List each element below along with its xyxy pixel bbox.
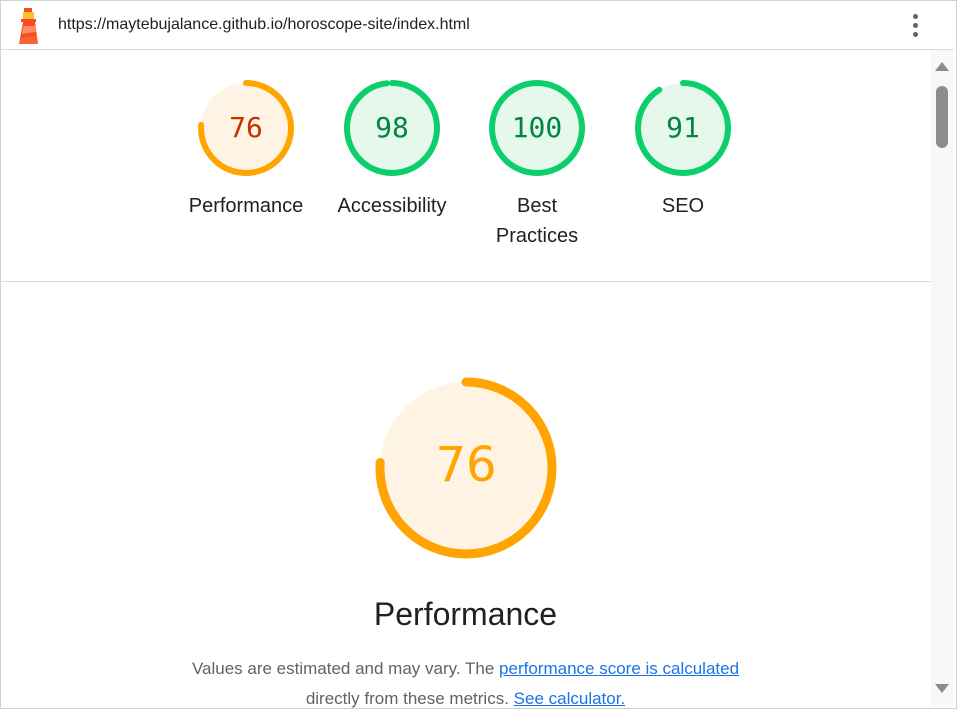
gauge-best-practices[interactable]: 100 Best Practices	[475, 78, 599, 251]
report-header: https://maytebujalance.github.io/horosco…	[1, 1, 954, 50]
gauge-score: 98	[375, 111, 409, 144]
scroll-down-arrow-icon[interactable]	[935, 684, 949, 693]
gauge-score: 100	[512, 111, 563, 144]
gauge-ring: 91	[635, 80, 731, 176]
scrollbar-thumb[interactable]	[936, 86, 948, 148]
lighthouse-icon	[19, 8, 38, 44]
scroll-up-arrow-icon[interactable]	[935, 62, 949, 71]
vertical-scrollbar[interactable]	[931, 50, 953, 706]
kebab-menu-icon[interactable]	[906, 11, 928, 41]
gauge-score: 76	[229, 111, 263, 144]
gauge-ring: 100	[489, 80, 585, 176]
gauge-ring: 98	[344, 80, 440, 176]
gauge-seo[interactable]: 91 SEO	[621, 78, 745, 221]
section-title: Performance	[373, 596, 558, 632]
score-gauges: 76 Performance 98 Accessibility 100 Best…	[0, 50, 931, 282]
gauge-label: Performance	[188, 195, 304, 217]
gauge-score: 91	[666, 111, 700, 144]
gauge-accessibility[interactable]: 98 Accessibility	[330, 78, 454, 221]
gauge-label: SEO	[661, 195, 705, 217]
score-calculated-link[interactable]: performance score is calculated	[499, 659, 739, 678]
see-calculator-link[interactable]: See calculator.	[514, 689, 626, 708]
gauge-label: Best Practices	[495, 195, 579, 247]
hero-score: 76	[435, 437, 496, 493]
gauge-ring: 76	[198, 80, 294, 176]
gauge-label: Accessibility	[337, 195, 447, 217]
desc-text-1: Values are estimated and may vary. The	[191, 659, 500, 678]
desc-text-2: directly from these metrics.	[305, 689, 514, 708]
report-url[interactable]: https://maytebujalance.github.io/horosco…	[58, 16, 470, 34]
hero-gauge-ring: 76	[375, 377, 556, 559]
gauge-performance[interactable]: 76 Performance	[184, 78, 308, 221]
performance-hero-gauge: 76	[0, 376, 931, 560]
performance-description: Values are estimated and may vary. The p…	[0, 654, 931, 714]
